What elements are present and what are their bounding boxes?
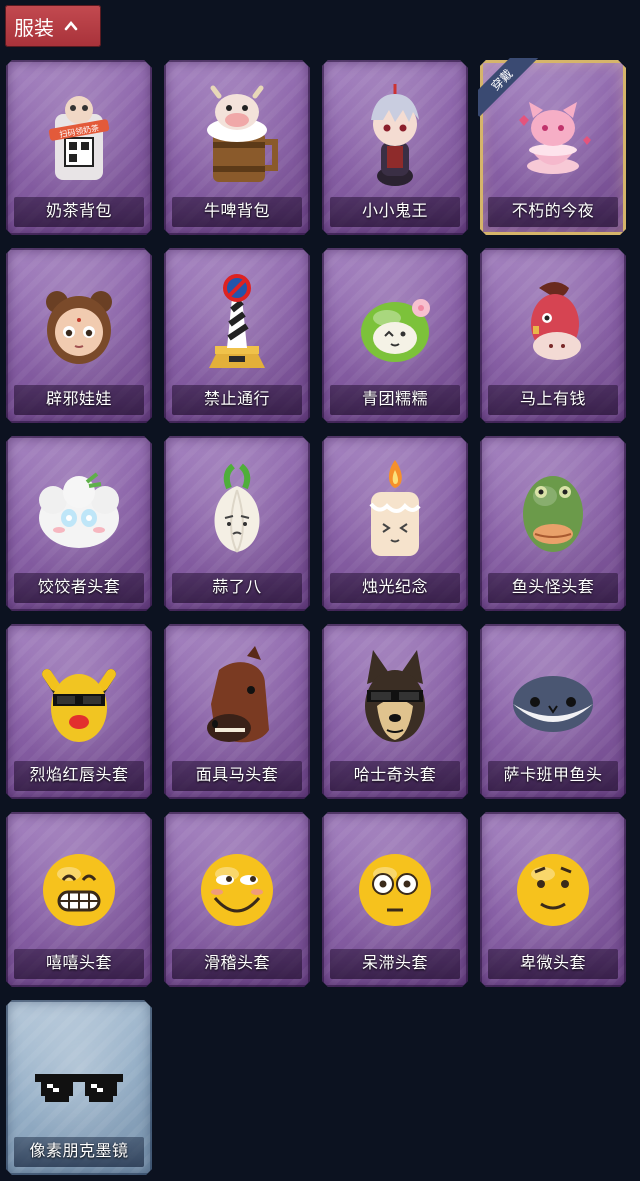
outfit-name: 卑微头套 — [519, 953, 586, 972]
outfit-grid: 扫码领奶茶 奶茶背包 牛啤背包 小小鬼王 不朽的今夜 穿戴 辟邪娃娃 禁止通行 青团糯糯 马上有钱… — [0, 0, 640, 1181]
outfit-name: 烛光纪念 — [361, 577, 428, 596]
outfit-name: 烈焰红唇头套 — [29, 765, 129, 784]
outfit-card[interactable]: 青团糯糯 — [322, 248, 468, 423]
little-ghost-king-icon — [371, 84, 419, 186]
pixel-sunglasses-icon — [35, 1074, 123, 1102]
outfit-name: 饺饺者头套 — [37, 577, 121, 596]
outfit-card[interactable]: 蒜了八 — [164, 436, 310, 611]
cow-beer-backpack-icon — [207, 85, 278, 182]
outfit-card[interactable]: 辟邪娃娃 — [6, 248, 152, 423]
outfit-name: 奶茶背包 — [45, 201, 112, 220]
funny-emoji-icon — [201, 854, 273, 926]
fish-head-mask-icon — [523, 476, 583, 552]
equipped-badge-label: 穿戴 — [478, 58, 538, 117]
outfit-card[interactable]: 牛啤背包 — [164, 60, 310, 235]
no-entry-sign-icon — [209, 274, 265, 368]
outfit-name: 辟邪娃娃 — [45, 389, 112, 408]
horse-mask-icon — [207, 646, 269, 743]
outfit-card[interactable]: 鱼头怪头套 — [480, 436, 626, 611]
outfit-card[interactable]: 滑稽头套 — [164, 812, 310, 987]
outfit-card[interactable]: 禁止通行 — [164, 248, 310, 423]
outfit-name: 蒜了八 — [212, 577, 262, 596]
outfit-card[interactable]: 饺饺者头套 — [6, 436, 152, 611]
outfit-name: 滑稽头套 — [203, 953, 270, 972]
outfit-card[interactable]: 烈焰红唇头套 — [6, 624, 152, 799]
outfit-name: 禁止通行 — [203, 389, 270, 408]
red-lips-mask-icon — [42, 669, 116, 742]
outfit-card[interactable]: 面具马头套 — [164, 624, 310, 799]
grin-emoji-icon — [43, 854, 115, 926]
outfit-name: 马上有钱 — [519, 389, 586, 408]
talisman-doll-icon — [46, 291, 112, 364]
humble-emoji-icon — [517, 854, 589, 926]
outfit-card[interactable]: 萨卡班甲鱼头 — [480, 624, 626, 799]
outfit-card[interactable]: 哈士奇头套 — [322, 624, 468, 799]
outfit-name: 呆滞头套 — [361, 953, 428, 972]
husky-mask-icon — [365, 650, 425, 742]
equipped-badge: 穿戴 — [478, 58, 538, 118]
outfit-card[interactable]: 不朽的今夜 穿戴 — [478, 58, 626, 235]
green-rice-ball-icon — [361, 299, 430, 362]
outfit-name: 不朽的今夜 — [511, 201, 595, 220]
outfit-card[interactable]: 小小鬼王 — [322, 60, 468, 235]
milk-tea-backpack-icon: 扫码领奶茶 — [48, 96, 110, 180]
outfit-card[interactable]: 卑微头套 — [480, 812, 626, 987]
outfit-name: 牛啤背包 — [203, 201, 270, 220]
outfit-card[interactable]: 马上有钱 — [480, 248, 626, 423]
outfit-name: 小小鬼王 — [361, 201, 428, 220]
candle-icon — [369, 460, 421, 556]
lucky-horse-icon — [531, 282, 581, 360]
dazed-emoji-icon — [359, 854, 431, 926]
outfit-name: 面具马头套 — [195, 765, 279, 784]
outfit-card[interactable]: 呆滞头套 — [322, 812, 468, 987]
outfit-name: 像素朋克墨镜 — [29, 1141, 129, 1160]
outfit-name: 萨卡班甲鱼头 — [503, 765, 603, 784]
outfit-name: 鱼头怪头套 — [511, 577, 595, 596]
dumpling-headgear-icon — [39, 472, 119, 548]
garlic-icon — [214, 463, 260, 553]
outfit-card[interactable]: 烛光纪念 — [322, 436, 468, 611]
outfit-card[interactable]: 扫码领奶茶 奶茶背包 — [6, 60, 152, 235]
outfit-name: 哈士奇头套 — [353, 765, 437, 784]
sacabambaspis-head-icon — [513, 676, 593, 732]
outfit-name: 嘻嘻头套 — [45, 953, 112, 972]
outfit-name: 青团糯糯 — [361, 389, 428, 408]
outfit-card[interactable]: 像素朋克墨镜 — [6, 1000, 152, 1175]
outfit-card[interactable]: 嘻嘻头套 — [6, 812, 152, 987]
